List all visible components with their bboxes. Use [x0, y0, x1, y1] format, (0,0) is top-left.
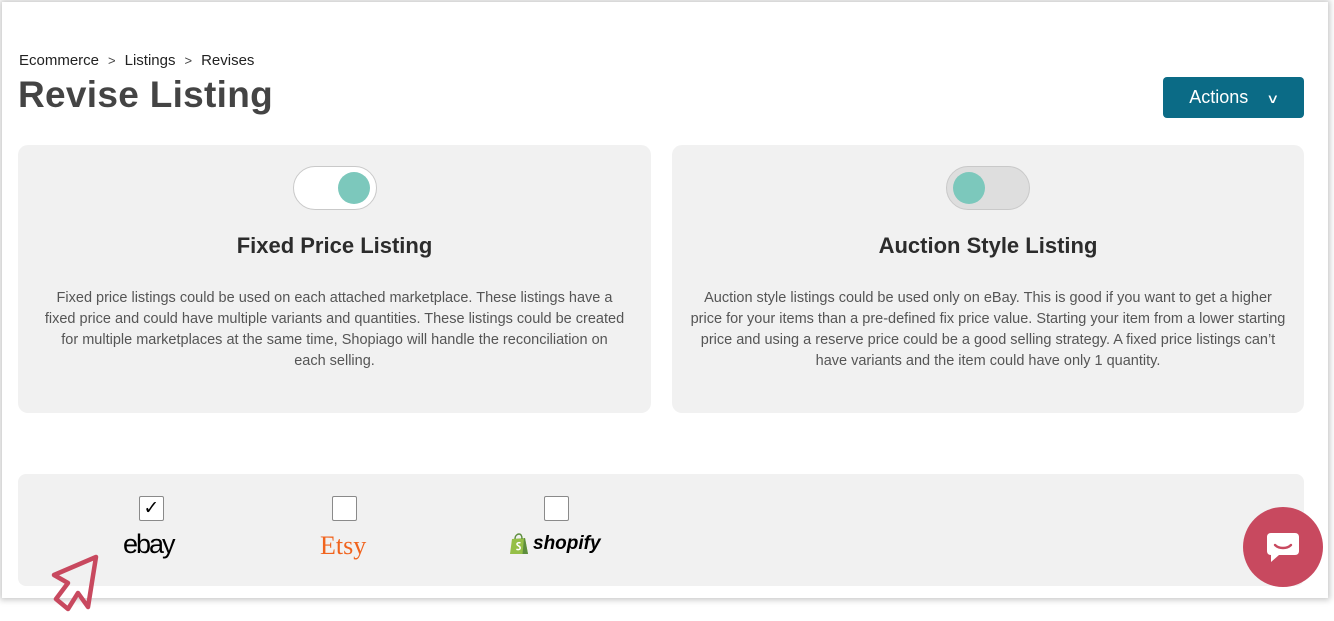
breadcrumb-item-ecommerce[interactable]: Ecommerce	[19, 52, 99, 69]
page-title: Revise Listing	[18, 74, 274, 115]
marketplace-etsy: Etsy	[320, 496, 366, 561]
breadcrumb-separator-icon: >	[108, 53, 116, 68]
fixed-price-toggle[interactable]	[292, 166, 377, 210]
chat-button[interactable]	[1243, 507, 1323, 587]
chevron-down-icon: ∨	[1266, 90, 1280, 106]
auction-style-toggle[interactable]	[946, 166, 1030, 210]
shopify-wordmark: shopify	[533, 533, 601, 554]
fixed-price-listing-card[interactable]: Fixed Price Listing Fixed price listings…	[18, 145, 651, 413]
shopify-logo: shopify	[508, 533, 601, 555]
page-frame: Ecommerce > Listings > Revises Revise Li…	[2, 2, 1328, 598]
chat-bubble-icon	[1267, 533, 1299, 562]
toggle-knob	[953, 172, 985, 204]
checkmark-icon: ✓	[143, 498, 160, 519]
auction-style-listing-card[interactable]: Auction Style Listing Auction style list…	[672, 145, 1304, 413]
toggle-knob	[337, 172, 370, 204]
etsy-logo: Etsy	[320, 531, 367, 560]
shopify-checkbox[interactable]	[544, 496, 570, 521]
etsy-checkbox[interactable]	[332, 496, 358, 521]
ebay-checkbox[interactable]: ✓	[138, 496, 164, 521]
marketplace-shopify: shopify	[508, 496, 601, 555]
actions-dropdown-button[interactable]: Actions ∨	[1163, 77, 1304, 118]
fixed-price-title: Fixed Price Listing	[236, 233, 433, 258]
shopify-bag-icon	[510, 533, 528, 554]
marketplace-ebay: ✓ ebay	[123, 496, 176, 560]
auction-style-title: Auction Style Listing	[878, 233, 1098, 258]
pointer-cursor-icon	[51, 554, 99, 612]
breadcrumb-item-listings[interactable]: Listings	[125, 52, 176, 69]
ebay-logo: ebay	[123, 529, 176, 559]
actions-button-label: Actions	[1189, 87, 1249, 107]
breadcrumb-item-revises[interactable]: Revises	[201, 52, 254, 69]
marketplace-selector: ✓ ebay Etsy shopify	[18, 474, 1304, 586]
auction-style-description: Auction style listings could be used onl…	[690, 290, 1286, 369]
breadcrumb-separator-icon: >	[184, 53, 193, 68]
fixed-price-description: Fixed price listings could be used on ea…	[44, 290, 625, 369]
breadcrumb: Ecommerce > Listings > Revises	[19, 52, 254, 69]
